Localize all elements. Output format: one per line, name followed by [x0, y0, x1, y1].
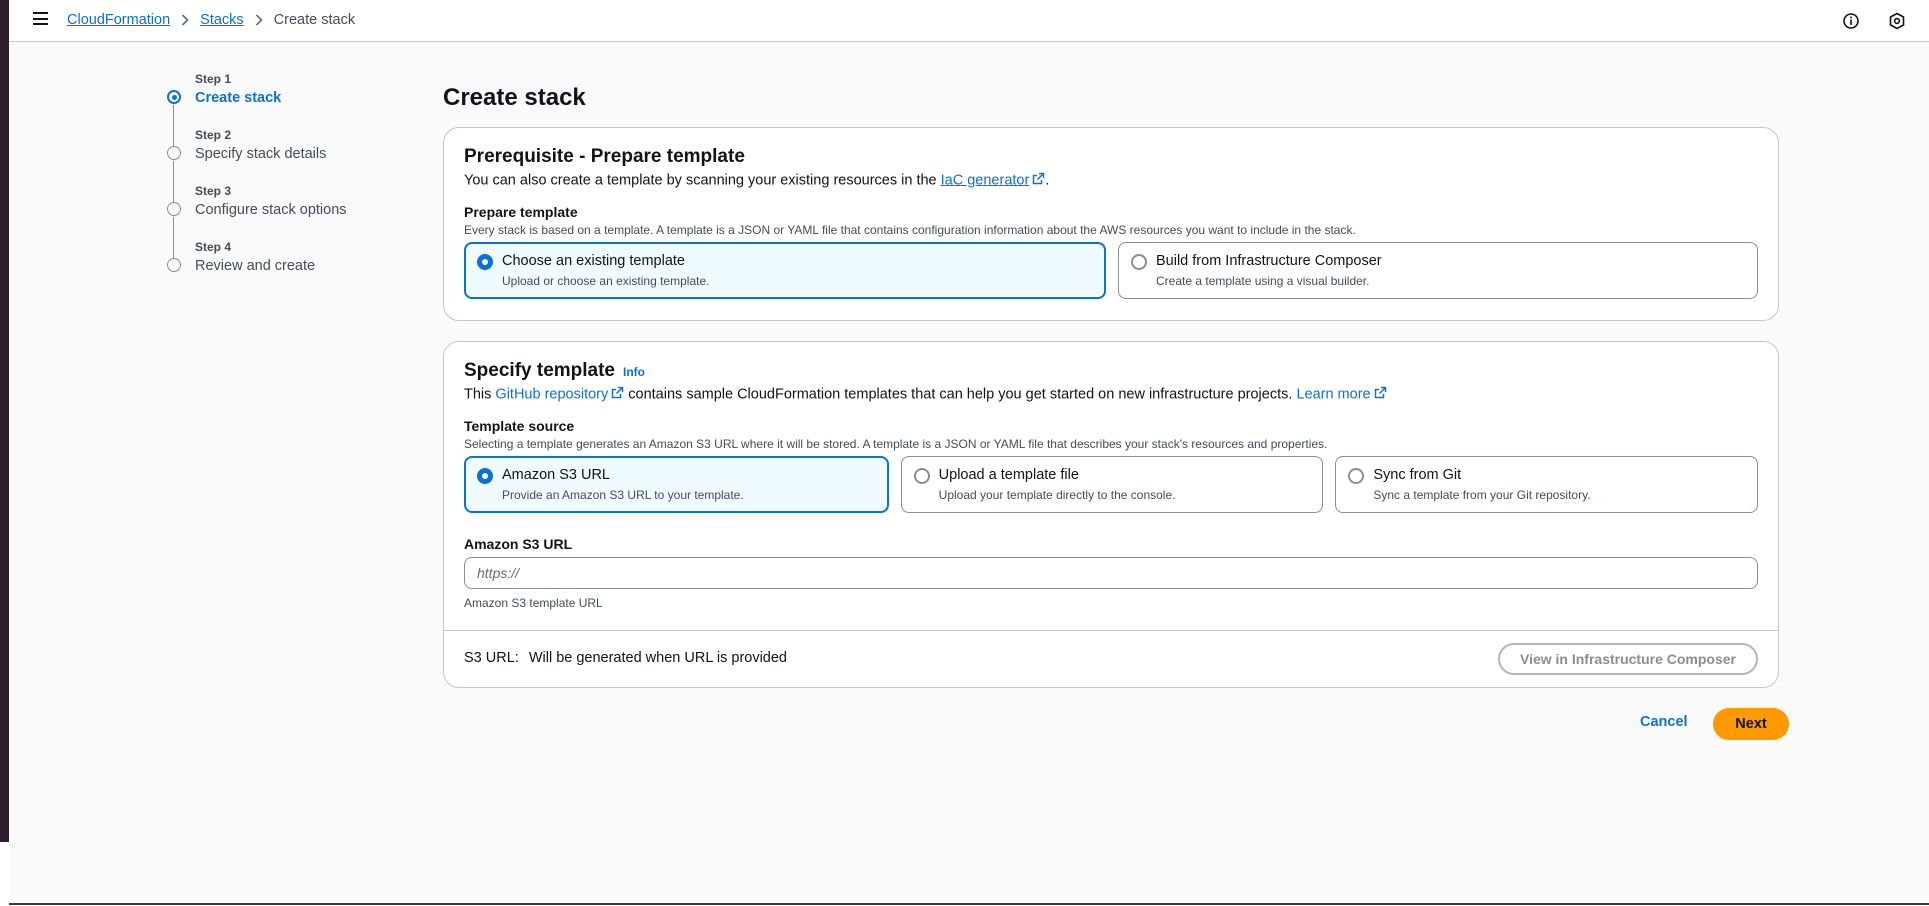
- step-title: Review and create: [195, 258, 316, 274]
- step-number: Step 3: [195, 184, 232, 198]
- radio-selected-icon[interactable]: [477, 468, 493, 484]
- specify-template-heading: Specify template Info: [464, 360, 1758, 382]
- option-amazon-s3-url[interactable]: Amazon S3 URL Provide an Amazon S3 URL t…: [464, 456, 889, 513]
- radio-unselected-icon[interactable]: [913, 468, 930, 484]
- radio-unselected-icon[interactable]: [1348, 468, 1365, 484]
- step-pending-icon: [167, 146, 181, 160]
- step-active-icon: [167, 90, 181, 104]
- desktop-edge-bottom: [0, 842, 9, 906]
- option-title: Amazon S3 URL: [502, 467, 610, 483]
- radio-selected-icon[interactable]: [477, 254, 493, 270]
- prepare-template-label: Prepare template: [464, 204, 578, 220]
- description-text: You can also create a template by scanni…: [464, 172, 941, 189]
- next-button[interactable]: Next: [1713, 708, 1789, 740]
- s3-url-value: Will be generated when URL is provided: [528, 650, 787, 666]
- breadcrumb-cloudformation[interactable]: CloudFormation: [67, 12, 170, 28]
- option-upload-template-file[interactable]: Upload a template file Upload your templ…: [900, 456, 1324, 513]
- option-subtitle: Upload your template directly to the con…: [938, 488, 1176, 502]
- iac-generator-link[interactable]: IaC generator: [941, 172, 1030, 188]
- s3-url-status: S3 URL: Will be generated when URL is pro…: [464, 650, 787, 666]
- prerequisite-description: You can also create a template by scanni…: [464, 172, 1758, 189]
- step-title: Configure stack options: [195, 202, 347, 218]
- option-subtitle: Provide an Amazon S3 URL to your templat…: [502, 488, 744, 502]
- chevron-right-icon: [181, 14, 189, 26]
- option-sync-from-git[interactable]: Sync from Git Sync a template from your …: [1335, 456, 1759, 513]
- step-title: Specify stack details: [195, 146, 327, 162]
- heading-text: Specify template: [464, 360, 615, 381]
- step-number: Step 2: [195, 128, 232, 142]
- description-text: This: [464, 386, 496, 403]
- template-source-options: Amazon S3 URL Provide an Amazon S3 URL t…: [464, 456, 1759, 513]
- prerequisite-panel: Prerequisite - Prepare template You can …: [443, 127, 1779, 321]
- prerequisite-heading: Prerequisite - Prepare template: [464, 146, 745, 167]
- s3-url-label: Amazon S3 URL: [464, 536, 573, 552]
- cancel-button[interactable]: Cancel: [1640, 714, 1688, 730]
- github-repository-link[interactable]: GitHub repository: [495, 386, 608, 402]
- specify-template-description: This GitHub repository contains sample C…: [464, 386, 1758, 403]
- radio-unselected-icon[interactable]: [1131, 254, 1147, 270]
- external-link-icon: [1374, 386, 1387, 403]
- option-subtitle: Upload or choose an existing template.: [502, 274, 710, 288]
- breadcrumb-current: Create stack: [273, 12, 356, 28]
- menu-icon[interactable]: [33, 12, 49, 28]
- s3-url-key: S3 URL:: [464, 650, 519, 666]
- option-title: Build from Infrastructure Composer: [1156, 253, 1382, 269]
- chevron-right-icon: [255, 14, 263, 26]
- info-circle-icon[interactable]: [1842, 12, 1860, 30]
- breadcrumb: CloudFormation Stacks Create stack: [67, 12, 355, 28]
- step-pending-icon: [167, 202, 181, 216]
- wizard-steps: Step 1 Create stack Step 2 Specify stack…: [167, 72, 347, 296]
- option-title: Choose an existing template: [502, 253, 685, 269]
- prepare-template-description: Every stack is based on a template. A te…: [464, 223, 1356, 237]
- step-4: Step 4 Review and create: [167, 240, 347, 296]
- description-suffix: .: [1045, 172, 1050, 189]
- s3-url-input[interactable]: [464, 557, 1758, 589]
- option-build-from-composer[interactable]: Build from Infrastructure Composer Creat…: [1118, 242, 1758, 299]
- breadcrumb-stacks[interactable]: Stacks: [200, 12, 244, 28]
- option-choose-existing-template[interactable]: Choose an existing template Upload or ch…: [464, 242, 1106, 299]
- console-app: CloudFormation Stacks Create stack Step …: [9, 0, 1929, 904]
- step-pending-icon: [167, 258, 181, 272]
- template-source-label: Template source: [464, 418, 575, 434]
- option-subtitle: Sync a template from your Git repository…: [1373, 488, 1591, 502]
- bottom-border: [9, 903, 1929, 905]
- top-navigation: CloudFormation Stacks Create stack: [9, 0, 1929, 42]
- external-link-icon: [611, 386, 624, 403]
- page-title: Create stack: [443, 84, 586, 111]
- step-3: Step 3 Configure stack options: [167, 184, 347, 258]
- step-1[interactable]: Step 1 Create stack: [167, 72, 347, 146]
- panel-footer: S3 URL: Will be generated when URL is pro…: [444, 630, 1778, 687]
- desktop-edge-strip: [0, 0, 9, 842]
- step-2: Step 2 Specify stack details: [167, 128, 347, 202]
- option-title: Sync from Git: [1373, 467, 1462, 483]
- step-title: Create stack: [195, 90, 282, 106]
- view-in-composer-button[interactable]: View in Infrastructure Composer: [1497, 643, 1758, 675]
- step-number: Step 1: [195, 72, 232, 86]
- template-source-description: Selecting a template generates an Amazon…: [464, 437, 1328, 451]
- specify-template-panel: Specify template Info This GitHub reposit…: [443, 341, 1779, 688]
- option-title: Upload a template file: [938, 467, 1079, 483]
- info-link[interactable]: Info: [623, 365, 645, 379]
- s3-url-hint: Amazon S3 template URL: [464, 596, 603, 610]
- prepare-template-options: Choose an existing template Upload or ch…: [464, 242, 1758, 299]
- external-link-icon: [1032, 172, 1045, 189]
- learn-more-link[interactable]: Learn more: [1296, 386, 1370, 402]
- option-subtitle: Create a template using a visual builder…: [1156, 274, 1370, 288]
- step-number: Step 4: [195, 240, 232, 254]
- description-text: contains sample CloudFormation templates…: [624, 386, 1297, 403]
- settings-shield-icon[interactable]: [1888, 12, 1906, 30]
